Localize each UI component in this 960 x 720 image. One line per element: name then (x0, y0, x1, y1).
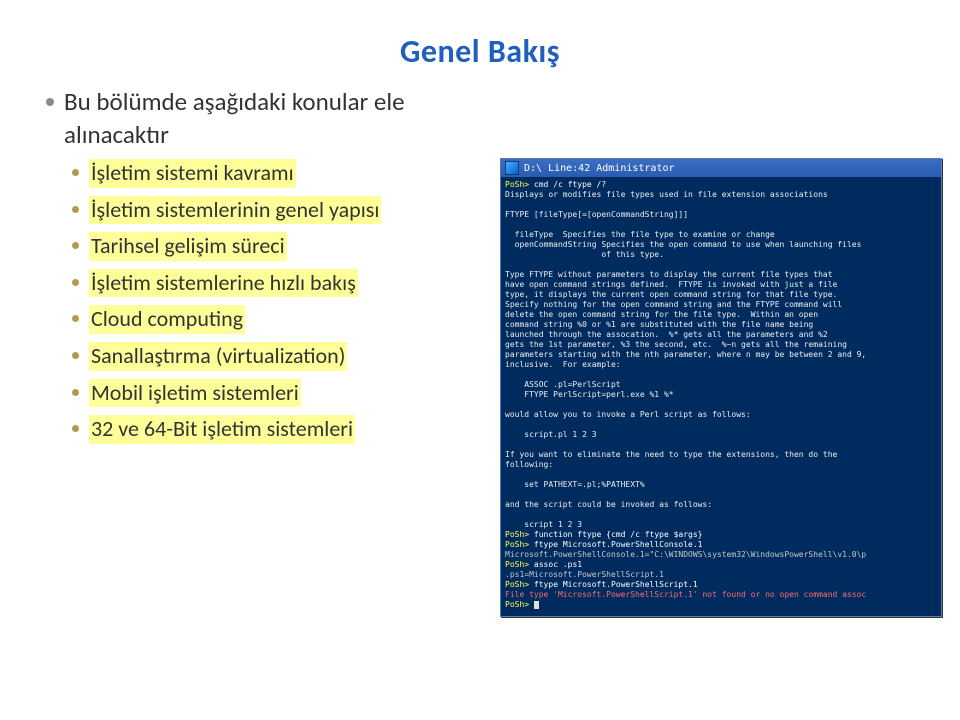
output-line: would allow you to invoke a Perl script … (505, 410, 751, 419)
bullet-l2: Mobil işletim sistemleri (72, 379, 476, 408)
bullet-dot-icon (72, 389, 79, 396)
bullet-text: Sanallaştırma (virtualization) (89, 342, 347, 371)
bullet-list: Bu bölümde aşağıdaki konular ele alınaca… (46, 80, 476, 452)
output-line: gets the 1st parameter, %3 the second, e… (505, 340, 847, 349)
cmd-line: assoc .ps1 (534, 560, 582, 569)
output-line: of this type. (505, 250, 664, 259)
output-line: parameters starting with the nth paramet… (505, 350, 866, 359)
powershell-icon (505, 161, 519, 175)
output-line: openCommandString Specifies the open com… (505, 240, 861, 249)
output-line: Displays or modifies file types used in … (505, 190, 828, 199)
output-line: type, it displays the current open comma… (505, 290, 837, 299)
console-body: PoSh> cmd /c ftype /? Displays or modifi… (501, 177, 941, 616)
output-line: have open command strings defined. FTYPE… (505, 280, 837, 289)
bullet-dot-icon (72, 279, 79, 286)
slide: Genel Bakış Bu bölümde aşağıdaki konular… (0, 0, 960, 720)
output-line: script.pl 1 2 3 (505, 430, 597, 439)
bullet-text: 32 ve 64-Bit işletim sistemleri (89, 415, 355, 444)
bullet-text: Mobil işletim sistemleri (89, 379, 301, 408)
bullet-text: İşletim sistemlerine hızlı bakış (89, 269, 358, 298)
bullet-text: İşletim sistemi kavramı (89, 159, 296, 188)
bullet-dot-icon (72, 352, 79, 359)
prompt: PoSh> (505, 600, 529, 609)
prompt: PoSh> (505, 530, 529, 539)
prompt: PoSh> (505, 580, 529, 589)
cmd-line: ftype Microsoft.PowerShellScript.1 (534, 580, 698, 589)
bullet-l2: Cloud computing (72, 305, 476, 334)
output-line: Microsoft.PowerShellConsole.1="C:\WINDOW… (505, 550, 866, 559)
bullet-dot-icon (72, 315, 79, 322)
bullet-l2: İşletim sistemi kavramı (72, 159, 476, 188)
slide-title: Genel Bakış (0, 32, 960, 71)
console-title: D:\ Line:42 Administrator (524, 163, 675, 174)
output-line: ASSOC .pl=PerlScript (505, 380, 621, 389)
bullet-l2: Tarihsel gelişim süreci (72, 232, 476, 261)
bullet-text: Cloud computing (89, 305, 245, 334)
bullet-l2: 32 ve 64-Bit işletim sistemleri (72, 415, 476, 444)
console-window: D:\ Line:42 Administrator PoSh> cmd /c f… (500, 158, 942, 617)
cmd-line: cmd /c ftype /? (534, 180, 606, 189)
output-line: If you want to eliminate the need to typ… (505, 450, 837, 459)
output-line: and the script could be invoked as follo… (505, 500, 712, 509)
error-line: File type 'Microsoft.PowerShellScript.1'… (505, 590, 866, 599)
output-line: Specify nothing for the open command str… (505, 300, 842, 309)
prompt: PoSh> (505, 180, 529, 189)
output-line: script 1 2 3 (505, 520, 582, 529)
prompt: PoSh> (505, 560, 529, 569)
output-line: set PATHEXT=.pl;%PATHEXT% (505, 480, 645, 489)
bullet-dot-icon (46, 98, 54, 106)
bullet-dot-icon (72, 242, 79, 249)
bullet-dot-icon (72, 169, 79, 176)
bullet-l2: İşletim sistemlerine hızlı bakış (72, 269, 476, 298)
output-line: FTYPE [fileType[=[openCommandString]]] (505, 210, 688, 219)
output-line: command string %0 or %1 are substituted … (505, 320, 813, 329)
output-line: .ps1=Microsoft.PowerShellScript.1 (505, 570, 664, 579)
output-line: delete the open command string for the f… (505, 310, 818, 319)
cursor-icon (534, 601, 539, 609)
output-line: following: (505, 460, 553, 469)
output-line: Type FTYPE without parameters to display… (505, 270, 833, 279)
output-line: fileType Specifies the file type to exam… (505, 230, 775, 239)
output-line: FTYPE PerlScript=perl.exe %1 %* (505, 390, 674, 399)
prompt: PoSh> (505, 540, 529, 549)
bullet-dot-icon (72, 206, 79, 213)
console-titlebar: D:\ Line:42 Administrator (501, 159, 941, 177)
bullet-l2: İşletim sistemlerinin genel yapısı (72, 196, 476, 225)
cmd-line: function ftype {cmd /c ftype $args} (534, 530, 703, 539)
bullet-text: Tarihsel gelişim süreci (89, 232, 287, 261)
cmd-line: ftype Microsoft.PowerShellConsole.1 (534, 540, 703, 549)
bullet-dot-icon (72, 425, 79, 432)
bullet-text: İşletim sistemlerinin genel yapısı (89, 196, 381, 225)
bullet-l1: Bu bölümde aşağıdaki konular ele alınaca… (46, 86, 476, 151)
output-line: inclusive. For example: (505, 360, 621, 369)
bullet-text: Bu bölümde aşağıdaki konular ele alınaca… (64, 86, 476, 151)
output-line: launched through the assocation. %* gets… (505, 330, 828, 339)
bullet-l2: Sanallaştırma (virtualization) (72, 342, 476, 371)
